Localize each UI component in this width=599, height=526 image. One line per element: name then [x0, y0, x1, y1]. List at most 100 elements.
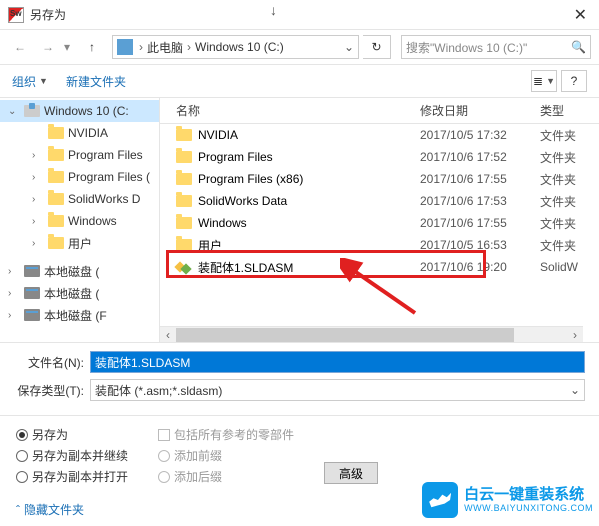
- search-input[interactable]: 搜索"Windows 10 (C:)" 🔍: [401, 35, 591, 59]
- radio-icon: [16, 429, 28, 441]
- folder-icon: [48, 149, 64, 161]
- tree-item[interactable]: › Windows: [0, 210, 159, 232]
- tree-expander-icon[interactable]: ›: [32, 238, 44, 249]
- chevron-down-icon: ▼: [39, 76, 48, 86]
- radio-add-suffix: 添加后缀: [158, 468, 294, 485]
- tree-item[interactable]: ›用户: [0, 232, 159, 254]
- file-type: 文件夹: [540, 149, 599, 166]
- chevron-down-icon: ⌄: [570, 383, 580, 397]
- breadcrumb-dropdown-icon[interactable]: ⌄: [344, 40, 354, 54]
- scroll-left-icon[interactable]: ‹: [160, 327, 176, 342]
- nav-history-dropdown[interactable]: ▾: [64, 40, 76, 54]
- file-row[interactable]: Program Files (x86)2017/10/6 17:55文件夹: [160, 168, 599, 190]
- tree-expander-icon[interactable]: ›: [8, 288, 20, 299]
- checkbox-icon: [158, 429, 170, 441]
- tree-expander-icon[interactable]: ⌄: [8, 106, 20, 117]
- folder-icon: [48, 237, 64, 249]
- file-type: 文件夹: [540, 171, 599, 188]
- folder-icon: [176, 151, 192, 163]
- filetype-label: 保存类型(T):: [14, 382, 90, 399]
- tree-item[interactable]: › Program Files: [0, 144, 159, 166]
- toolbar: 组织▼ 新建文件夹 ≣▼ ?: [0, 64, 599, 98]
- tree-label: Program Files: [68, 148, 143, 162]
- tree-item[interactable]: › 本地磁盘 (: [0, 260, 159, 282]
- folder-tree[interactable]: ⌄Windows 10 (C:NVIDIA › Program Files › Prog…: [0, 98, 160, 342]
- tree-expander-icon[interactable]: ›: [32, 216, 44, 227]
- filetype-select[interactable]: 装配体 (*.asm;*.sldasm) ⌄: [90, 379, 585, 401]
- filename-label: 文件名(N):: [14, 354, 90, 371]
- folder-icon: [48, 127, 64, 139]
- file-row[interactable]: Windows2017/10/6 17:55文件夹: [160, 212, 599, 234]
- pc-icon: [117, 39, 133, 55]
- check-include-refs: 包括所有参考的零部件: [158, 426, 294, 443]
- organize-button[interactable]: 组织▼: [12, 73, 48, 90]
- advanced-button[interactable]: 高级: [324, 462, 378, 484]
- file-type: 文件夹: [540, 237, 599, 254]
- breadcrumb-drive[interactable]: Windows 10 (C:): [193, 40, 286, 54]
- radio-add-prefix: 添加前缀: [158, 447, 294, 464]
- navigation-bar: ← → ▾ ↑ › 此电脑 › Windows 10 (C:) ⌄ ↻ 搜索"W…: [0, 30, 599, 64]
- radio-save-as[interactable]: 另存为: [16, 426, 128, 443]
- tree-expander-icon[interactable]: ›: [32, 172, 44, 183]
- close-button[interactable]: ✕: [570, 5, 591, 25]
- nav-back-button[interactable]: ←: [8, 35, 32, 59]
- tree-label: Program Files (: [68, 170, 150, 184]
- horizontal-scrollbar[interactable]: ‹ ›: [160, 326, 583, 342]
- filetype-value: 装配体 (*.asm;*.sldasm): [95, 382, 222, 399]
- file-row[interactable]: NVIDIA2017/10/5 17:32文件夹: [160, 124, 599, 146]
- nav-up-button[interactable]: ↑: [80, 35, 104, 59]
- file-date: 2017/10/5 16:53: [420, 238, 540, 252]
- file-type: 文件夹: [540, 215, 599, 232]
- tree-item[interactable]: ›本地磁盘 (: [0, 282, 159, 304]
- tree-item[interactable]: ⌄Windows 10 (C:: [0, 100, 159, 122]
- tree-item[interactable]: › 本地磁盘 (F: [0, 304, 159, 326]
- file-type: 文件夹: [540, 193, 599, 210]
- tree-expander-icon[interactable]: ›: [32, 150, 44, 161]
- breadcrumb-root[interactable]: 此电脑: [145, 39, 185, 56]
- search-icon: 🔍: [571, 40, 586, 54]
- radio-save-copy-continue[interactable]: 另存为副本并继续: [16, 447, 128, 464]
- breadcrumb[interactable]: › 此电脑 › Windows 10 (C:) ⌄: [112, 35, 359, 59]
- tree-label: Windows: [68, 214, 117, 228]
- file-name: Windows: [198, 216, 247, 230]
- view-button[interactable]: ≣▼: [531, 70, 557, 92]
- header-name[interactable]: 名称: [160, 102, 420, 119]
- drive-icon: [24, 265, 40, 277]
- tree-item[interactable]: › Program Files (: [0, 166, 159, 188]
- radio-icon: [16, 450, 28, 462]
- header-type[interactable]: 类型: [540, 102, 599, 119]
- folder-icon: [176, 217, 192, 229]
- file-row[interactable]: 装配体1.SLDASM2017/10/6 19:20SolidW: [160, 256, 599, 278]
- chevron-right-icon[interactable]: ›: [185, 40, 193, 54]
- drive-icon: [24, 287, 40, 299]
- tree-label: 本地磁盘 (: [44, 263, 99, 280]
- radio-icon: [158, 450, 170, 462]
- tree-expander-icon[interactable]: ›: [8, 266, 20, 277]
- file-name: 装配体1.SLDASM: [198, 259, 293, 276]
- scroll-right-icon[interactable]: ›: [567, 327, 583, 342]
- file-row[interactable]: Program Files2017/10/6 17:52文件夹: [160, 146, 599, 168]
- folder-icon: [176, 173, 192, 185]
- folder-icon: [48, 193, 64, 205]
- tree-expander-icon[interactable]: ›: [32, 194, 44, 205]
- tree-label: 本地磁盘 (F: [44, 307, 107, 324]
- chevron-right-icon[interactable]: ›: [137, 40, 145, 54]
- file-row[interactable]: SolidWorks Data2017/10/6 17:53文件夹: [160, 190, 599, 212]
- file-row[interactable]: 用户2017/10/5 16:53文件夹: [160, 234, 599, 256]
- filename-input[interactable]: [90, 351, 585, 373]
- new-folder-button[interactable]: 新建文件夹: [66, 73, 126, 90]
- scrollbar-thumb[interactable]: [176, 328, 514, 342]
- header-date[interactable]: 修改日期: [420, 102, 540, 119]
- tree-expander-icon[interactable]: ›: [8, 310, 20, 321]
- tree-item[interactable]: NVIDIA: [0, 122, 159, 144]
- help-button[interactable]: ?: [561, 70, 587, 92]
- solidworks-icon: [8, 7, 24, 23]
- radio-save-copy-open[interactable]: 另存为副本并打开: [16, 468, 128, 485]
- file-name: Program Files: [198, 150, 273, 164]
- file-list[interactable]: 名称 修改日期 类型 NVIDIA2017/10/5 17:32文件夹Progr…: [160, 98, 599, 342]
- window-title: 另存为: [30, 6, 570, 23]
- reference-options: 包括所有参考的零部件 添加前缀 添加后缀: [158, 426, 294, 485]
- tree-item[interactable]: ›SolidWorks D: [0, 188, 159, 210]
- watermark: 白云一键重装系统 WWW.BAIYUNXITONG.COM: [422, 482, 593, 518]
- refresh-button[interactable]: ↻: [363, 35, 391, 59]
